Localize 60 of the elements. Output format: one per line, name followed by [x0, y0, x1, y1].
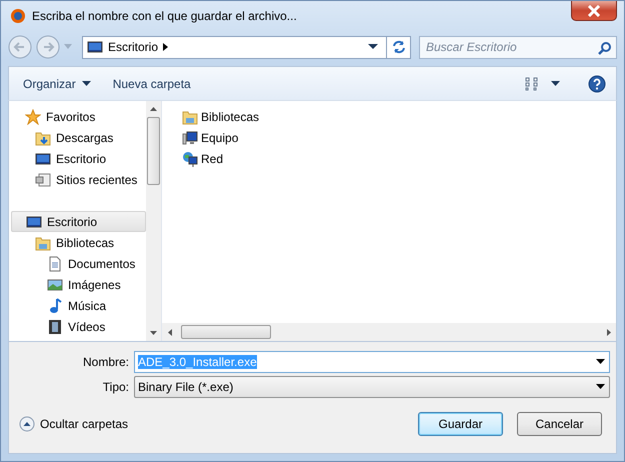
- monitor-icon: [87, 39, 103, 55]
- monitor-icon: [26, 214, 42, 230]
- file-item[interactable]: Red: [182, 148, 596, 169]
- file-item[interactable]: Bibliotecas: [182, 106, 596, 127]
- recent-places-icon: [35, 172, 51, 188]
- file-type-dropdown[interactable]: Binary File (*.exe): [134, 376, 610, 398]
- tree-item[interactable]: Bibliotecas: [11, 232, 146, 253]
- toolbar-button[interactable]: Nueva carpeta: [108, 72, 195, 96]
- tree-item[interactable]: Escritorio: [11, 148, 146, 169]
- scroll-right-icon[interactable]: [606, 328, 610, 336]
- caret-icon[interactable]: [551, 81, 560, 86]
- chevron-icon[interactable]: [163, 43, 168, 51]
- help-icon[interactable]: [588, 74, 606, 92]
- organize-menu[interactable]: Organizar: [19, 72, 95, 96]
- scroll-thumb[interactable]: [181, 325, 271, 339]
- browser-logo-icon: [10, 8, 26, 24]
- dialog-button[interactable]: Guardar: [418, 412, 503, 436]
- tree-item[interactable]: Imágenes: [11, 274, 146, 295]
- close-button[interactable]: [571, 1, 617, 21]
- file-item[interactable]: Equipo: [182, 127, 596, 148]
- refresh-icon: [390, 40, 406, 54]
- field-label: Nombre:: [82, 354, 130, 370]
- address-bar[interactable]: Escritorio: [82, 36, 411, 58]
- tree-item[interactable]: Vídeos: [11, 316, 146, 337]
- tree-item[interactable]: Escritorio: [11, 211, 146, 232]
- film-icon: [47, 318, 63, 334]
- scrollbar[interactable]: [162, 323, 616, 341]
- collapse-icon: [19, 416, 35, 432]
- caret-icon: [596, 359, 605, 364]
- tree-item[interactable]: Descargas: [11, 127, 146, 148]
- hide-folders-button[interactable]: Ocultar carpetas: [19, 415, 128, 433]
- caret-icon[interactable]: [368, 44, 378, 50]
- tree-item[interactable]: Favoritos: [11, 106, 146, 127]
- music-note-icon: [47, 298, 63, 314]
- library-folder-icon: [182, 108, 198, 124]
- caret-icon: [82, 81, 91, 86]
- tree-item[interactable]: Documentos: [11, 253, 146, 274]
- tree-item[interactable]: Sitios recientes: [11, 169, 146, 190]
- field-label: Tipo:: [102, 378, 130, 396]
- caret-icon: [596, 384, 605, 389]
- image-icon: [47, 276, 63, 292]
- library-folder-icon: [35, 234, 51, 250]
- dialog-button[interactable]: Cancelar: [517, 412, 602, 436]
- scroll-down-icon[interactable]: [150, 331, 157, 335]
- scroll-up-icon[interactable]: [150, 107, 157, 111]
- close-icon: [587, 4, 601, 16]
- folder-icon: [35, 130, 51, 146]
- network-icon: [182, 150, 198, 166]
- scroll-thumb[interactable]: [147, 117, 160, 185]
- scroll-left-icon[interactable]: [168, 328, 172, 336]
- search-field[interactable]: Buscar Escritorio: [419, 36, 617, 58]
- star-icon: [25, 108, 41, 124]
- breadcrumb-item[interactable]: Escritorio: [108, 38, 158, 56]
- window-title: Escriba el nombre con el que guardar el archivo...: [32, 8, 297, 25]
- monitor-icon: [35, 150, 51, 166]
- scrollbar[interactable]: [146, 101, 161, 341]
- search-icon: [598, 40, 612, 54]
- computer-icon: [182, 130, 198, 146]
- tree-item[interactable]: Música: [11, 295, 146, 316]
- document-icon: [47, 256, 63, 272]
